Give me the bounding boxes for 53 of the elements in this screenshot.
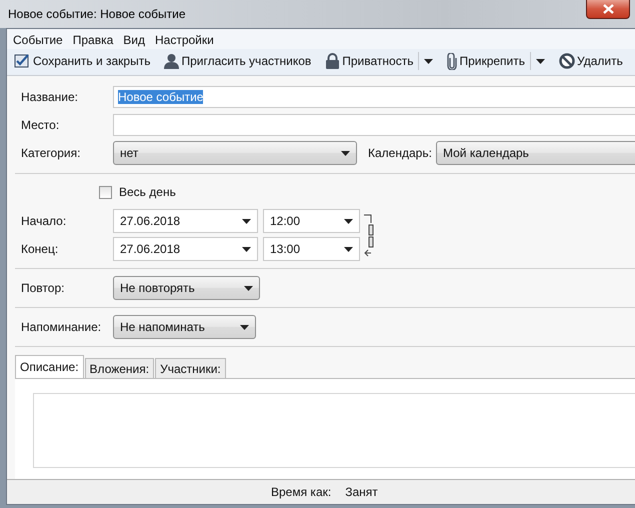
field-label: Место: [21,118,60,132]
field-label: Название: [21,90,79,104]
lock-icon [325,53,340,69]
toolbar-button[interactable]: Пригласить участников [161,50,314,72]
tab[interactable]: Описание: [15,355,84,378]
reminder-dropdown[interactable]: Не напоминать [113,315,256,339]
toolbar-button[interactable]: Прикрепить [444,50,528,72]
toolbar-button[interactable]: Приватность [322,50,416,72]
category-dropdown[interactable]: нет [113,141,357,165]
date-field[interactable]: 27.06.2018 [113,237,258,261]
caret-icon [240,324,249,330]
close-icon [602,4,614,14]
caret-icon [244,286,253,290]
all-day-checkbox[interactable] [99,186,112,198]
location-field[interactable] [113,114,635,136]
description-field[interactable] [33,393,635,468]
caret-icon [344,218,353,224]
caret-icon [341,150,350,156]
paperclip-icon [447,52,458,70]
field-label: Конец: [21,242,60,256]
menu-item[interactable]: Вид [123,33,145,47]
chain-link-icon [363,213,376,257]
tab[interactable]: Вложения: [84,358,154,378]
caret-icon [242,218,251,224]
toolbar-button[interactable]: Удалить [556,50,626,72]
time-field[interactable]: 12:00 [263,209,360,233]
status-value: Занят [345,485,378,499]
field-label: Начало: [21,214,68,228]
tab[interactable]: Участники: [155,358,226,378]
caret-icon [242,246,251,252]
caret-icon [536,58,546,64]
date-field[interactable]: 27.06.2018 [113,209,258,233]
menu-item[interactable]: Настройки [154,33,214,47]
menu-item[interactable]: Событие [13,33,63,47]
field-label: Напоминание: [21,320,102,334]
time-field[interactable]: 13:00 [263,237,360,261]
status-label: Время как: [271,485,332,499]
person-icon [164,53,180,69]
caret-icon [344,246,353,252]
field-label: Календарь: [368,146,433,160]
calendar-dropdown[interactable]: Мой календарь [436,141,635,165]
toolbar-button[interactable]: Сохранить и закрыть [11,50,154,72]
close-button[interactable] [586,0,630,19]
window-title: Новое событие: Новое событие [8,7,186,21]
checkbox-label: Весь день [119,185,176,199]
field-label: Категория: [21,146,82,160]
checklist-icon [14,53,31,69]
repeat-dropdown[interactable]: Не повторять [113,276,260,300]
caret-icon [424,58,434,64]
field-label: Повтор: [21,281,66,295]
title-field[interactable]: Новое событие [113,86,635,108]
menu-item[interactable]: Правка [72,33,114,47]
prohibited-icon [559,53,576,69]
